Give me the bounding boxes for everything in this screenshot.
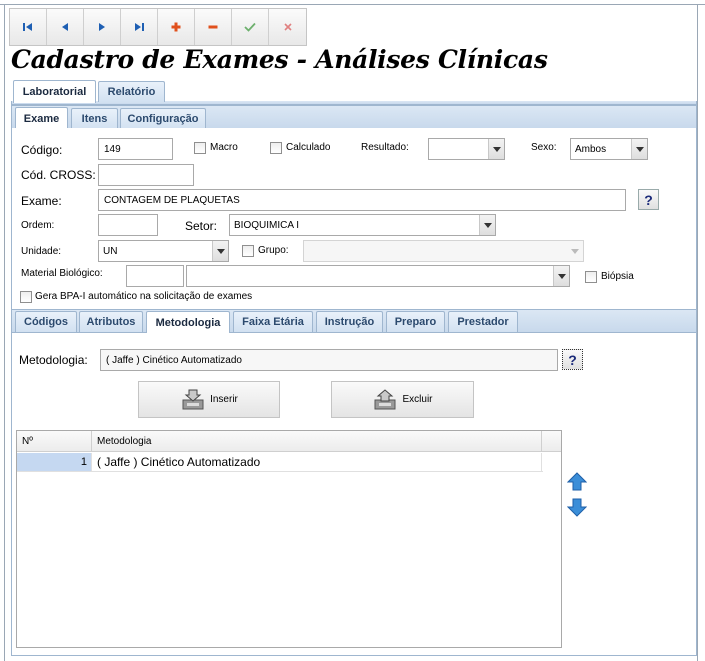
cancel-x-icon: [283, 23, 292, 31]
metodologia-help-button[interactable]: ?: [562, 349, 583, 370]
remove-tray-icon: [374, 388, 396, 409]
sexo-value: Ambos: [575, 143, 607, 155]
biopsia-label: Biópsia: [601, 271, 634, 282]
cod-cross-label: Cód. CROSS:: [21, 168, 96, 182]
cancel-record-button[interactable]: [269, 9, 306, 45]
unidade-label: Unidade:: [21, 246, 62, 257]
unidade-value: UN: [103, 245, 118, 257]
calculado-checkbox[interactable]: [270, 142, 282, 154]
last-record-icon: [135, 23, 144, 31]
exame-help-button[interactable]: ?: [638, 189, 659, 210]
grupo-label: Grupo:: [258, 245, 289, 256]
setor-label: Setor:: [185, 219, 218, 233]
next-record-button[interactable]: [84, 9, 121, 45]
next-record-icon: [99, 23, 105, 31]
tab-atributos[interactable]: Atributos: [79, 311, 143, 332]
chevron-down-icon: [488, 139, 504, 159]
tab-relatorio[interactable]: Relatório: [98, 81, 165, 102]
codigo-label: Código:: [21, 143, 63, 157]
grupo-checkbox[interactable]: [242, 245, 254, 257]
plus-icon: [171, 22, 181, 32]
setor-select[interactable]: BIOQUIMICA I: [229, 214, 496, 236]
delete-record-button[interactable]: [195, 9, 232, 45]
metodologia-label: Metodologia:: [19, 353, 88, 367]
tab-exame[interactable]: Exame: [15, 107, 68, 129]
row-metodologia: ( Jaffe ) Cinético Automatizado: [92, 453, 542, 471]
tab-preparo[interactable]: Preparo: [386, 311, 445, 332]
macro-checkbox[interactable]: [194, 142, 206, 154]
insert-record-button[interactable]: [158, 9, 195, 45]
first-record-icon: [23, 23, 32, 31]
setor-value: BIOQUIMICA I: [234, 219, 300, 231]
calculado-label: Calculado: [286, 142, 331, 153]
metodologia-grid: Nº Metodologia 1 ( Jaffe ) Cinético Auto…: [16, 430, 562, 648]
resultado-select[interactable]: [428, 138, 505, 160]
macro-label: Macro: [210, 142, 238, 153]
tab-codigos[interactable]: Códigos: [15, 311, 77, 332]
unidade-select[interactable]: UN: [98, 240, 229, 262]
material-select[interactable]: [186, 265, 570, 287]
tab-prestador[interactable]: Prestador: [448, 311, 518, 332]
window-left-border: [4, 4, 5, 661]
metodologia-field[interactable]: ( Jaffe ) Cinético Automatizado: [100, 349, 558, 371]
post-record-button[interactable]: [232, 9, 269, 45]
sexo-select[interactable]: Ambos: [570, 138, 648, 160]
codigo-field[interactable]: 149: [98, 138, 173, 160]
tab-itens[interactable]: Itens: [71, 108, 118, 129]
first-record-button[interactable]: [10, 9, 47, 45]
biopsia-checkbox[interactable]: [585, 271, 597, 283]
sexo-label: Sexo:: [531, 142, 557, 153]
material-code-field[interactable]: [126, 265, 184, 287]
tab-laboratorial[interactable]: Laboratorial: [13, 80, 96, 103]
exame-field[interactable]: CONTAGEM DE PLAQUETAS: [98, 189, 626, 211]
resultado-label: Resultado:: [361, 142, 409, 153]
tab-faixa-etaria[interactable]: Faixa Etária: [233, 311, 313, 332]
last-record-button[interactable]: [121, 9, 158, 45]
tab-configuracao[interactable]: Configuração: [120, 108, 206, 129]
check-icon: [244, 22, 256, 32]
window-top-border: [0, 4, 705, 5]
tab-instrucao[interactable]: Instrução: [316, 311, 383, 332]
bpa-label: Gera BPA-I automático na solicitação de …: [35, 291, 253, 302]
grid-header-metodologia[interactable]: Metodologia: [92, 431, 542, 452]
exame-label: Exame:: [21, 194, 62, 208]
excluir-label: Excluir: [402, 394, 433, 405]
material-label: Material Biológico:: [21, 268, 103, 279]
window-right-border: [697, 4, 698, 661]
move-up-icon[interactable]: [567, 472, 587, 492]
grupo-select[interactable]: [303, 240, 584, 262]
grid-header-numero[interactable]: Nº: [17, 431, 92, 452]
bpa-checkbox[interactable]: [20, 291, 32, 303]
grid-header: Nº Metodologia: [17, 431, 561, 452]
minus-icon: [208, 25, 218, 29]
record-navigator: [9, 8, 307, 46]
chevron-down-icon: [631, 139, 647, 159]
row-numero: 1: [17, 453, 92, 471]
prior-record-button[interactable]: [47, 9, 84, 45]
page-title: Cadastro de Exames - Análises Clínicas: [11, 45, 548, 74]
chevron-down-icon: [567, 241, 583, 261]
cod-cross-field[interactable]: [98, 164, 194, 186]
inserir-label: Inserir: [210, 394, 238, 405]
inserir-button[interactable]: Inserir: [138, 381, 280, 418]
excluir-button[interactable]: Excluir: [331, 381, 474, 418]
move-down-icon[interactable]: [567, 497, 587, 517]
chevron-down-icon: [212, 241, 228, 261]
chevron-down-icon: [553, 266, 569, 286]
insert-tray-icon: [182, 389, 204, 409]
ordem-field[interactable]: [98, 214, 158, 236]
chevron-down-icon: [479, 215, 495, 235]
tab-metodologia[interactable]: Metodologia: [146, 311, 230, 333]
prior-record-icon: [62, 23, 68, 31]
ordem-label: Ordem:: [21, 220, 55, 231]
table-row[interactable]: 1 ( Jaffe ) Cinético Automatizado: [17, 453, 543, 472]
